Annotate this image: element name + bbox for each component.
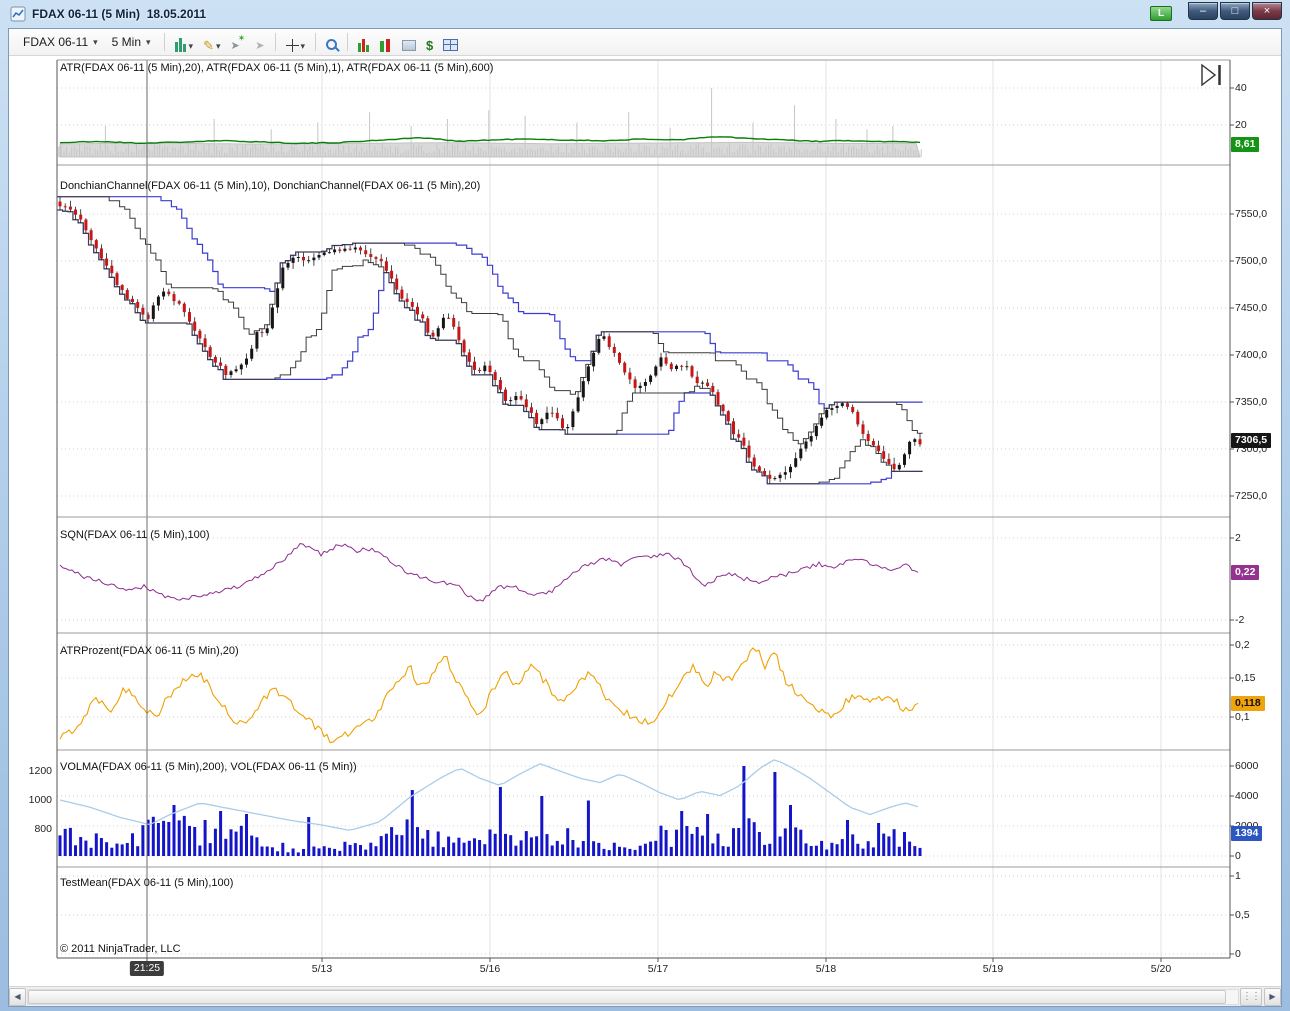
chart-style-button[interactable]: ▾ — [170, 30, 199, 54]
grid-icon — [443, 39, 459, 51]
crosshair-button[interactable]: ▾ — [281, 30, 311, 54]
window-controls: – □ × — [1188, 2, 1282, 20]
instrument-label: FDAX 06-11 — [23, 35, 89, 49]
instrument-selector[interactable]: FDAX 06-11 ▾ — [17, 33, 106, 51]
go-to-last-icon[interactable] — [1199, 61, 1225, 89]
maximize-icon: □ — [1231, 5, 1239, 17]
app-window: FDAX 06-11 (5 Min) 18.05.2011 L – □ × FD… — [0, 0, 1290, 1011]
marker-tool-button[interactable]: ➤ ✶ — [226, 30, 251, 54]
chart-trader-button[interactable] — [353, 30, 375, 54]
panel-label-atrprozent: ATRProzent(FDAX 06-11 (5 Min),20) — [60, 645, 239, 657]
panel-label-donchian: DonchianChannel(FDAX 06-11 (5 Min),10), … — [60, 180, 481, 192]
data-series-button[interactable] — [375, 30, 397, 54]
maximize-button[interactable]: □ — [1220, 2, 1250, 20]
app-icon — [10, 6, 26, 22]
panel-label-volma: VOLMA(FDAX 06-11 (5 Min),200), VOL(FDAX … — [60, 761, 357, 773]
panel-layout-button[interactable] — [438, 30, 463, 54]
magnifier-icon — [326, 39, 340, 52]
chart-area[interactable] — [57, 60, 1230, 958]
crosshair-icon — [285, 39, 299, 52]
dollar-icon: $ — [426, 38, 434, 53]
title-bar[interactable]: FDAX 06-11 (5 Min) 18.05.2011 L – □ × — [0, 0, 1290, 28]
grip-icon: ⋮⋮ — [1242, 991, 1261, 1002]
zoom-button[interactable] — [321, 30, 342, 54]
instrument-link-button[interactable]: L — [1150, 6, 1172, 21]
cursor-icon: ➤ — [255, 40, 265, 52]
candlestick-icon — [380, 39, 392, 52]
scrollbar-track[interactable] — [27, 988, 1239, 1005]
panel-label-atr: ATR(FDAX 06-11 (5 Min),20), ATR(FDAX 06-… — [60, 62, 494, 74]
close-icon: × — [1263, 5, 1271, 17]
panel-label-testmean: TestMean(FDAX 06-11 (5 Min),100) — [60, 877, 234, 889]
horizontal-scrollbar[interactable]: ◀ ⋮⋮ ▶ — [9, 986, 1281, 1006]
scroll-right-button[interactable]: ▶ — [1264, 987, 1281, 1006]
pencil-icon: ✎ — [203, 38, 214, 53]
account-button[interactable]: $ — [421, 30, 438, 54]
bar-chart-icon — [174, 38, 187, 52]
snapshot-button[interactable] — [397, 30, 421, 54]
chevron-down-icon: ▾ — [93, 36, 98, 47]
interval-selector[interactable]: 5 Min ▾ — [106, 33, 159, 51]
toolbar-separator — [315, 33, 317, 51]
copyright: © 2011 NinjaTrader, LLC — [60, 943, 181, 955]
scrollbar-thumb[interactable] — [28, 989, 1226, 1004]
close-button[interactable]: × — [1252, 2, 1282, 20]
image-icon — [402, 40, 417, 51]
scrollbar-grip[interactable]: ⋮⋮ — [1240, 987, 1262, 1006]
scroll-left-button[interactable]: ◀ — [9, 987, 26, 1006]
scroll-left-icon: ◀ — [14, 992, 21, 1001]
scroll-right-icon: ▶ — [1269, 992, 1276, 1001]
toolbar-separator — [274, 33, 276, 51]
mini-chart-icon — [358, 39, 370, 52]
minimize-button[interactable]: – — [1188, 2, 1218, 20]
drawing-tools-button[interactable]: ✎ ▾ — [198, 30, 225, 54]
chevron-down-icon: ▾ — [146, 36, 151, 47]
chevron-down-icon: ▾ — [188, 41, 194, 51]
interval-label: 5 Min — [111, 35, 142, 49]
panel-label-sqn: SQN(FDAX 06-11 (5 Min),100) — [60, 529, 210, 541]
minimize-icon: – — [1199, 5, 1207, 17]
toolbar: FDAX 06-11 ▾ 5 Min ▾ ▾ ✎ ▾ ➤ ✶ ➤ ▾ $ — [9, 29, 1281, 56]
toolbar-separator — [163, 33, 165, 51]
chevron-down-icon: ▾ — [300, 41, 306, 51]
window-title: FDAX 06-11 (5 Min) 18.05.2011 — [32, 7, 207, 21]
toolbar-separator — [347, 33, 349, 51]
chevron-down-icon: ▾ — [215, 41, 221, 51]
star-icon: ✶ — [237, 33, 246, 43]
pointer-tool-button[interactable]: ➤ — [250, 30, 269, 54]
